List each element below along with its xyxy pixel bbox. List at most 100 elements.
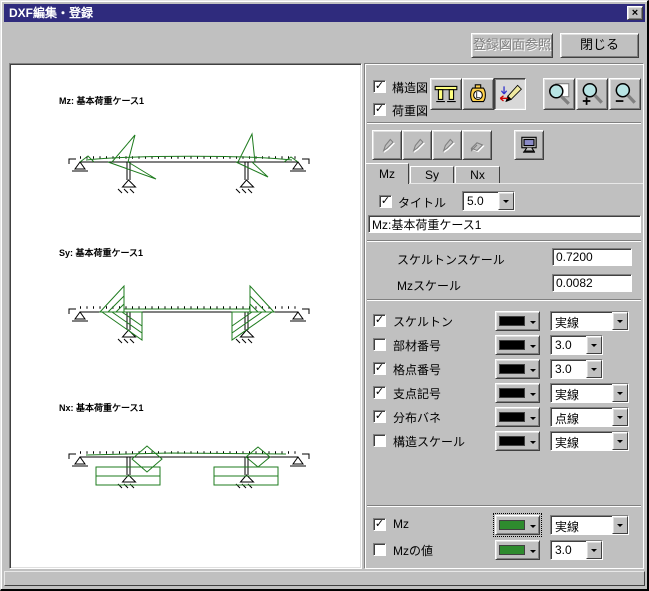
register-drawing-ref-button[interactable]: 登録図面参照	[471, 33, 553, 58]
eraser-button[interactable]	[462, 130, 492, 160]
zoom-in-button[interactable]	[576, 78, 608, 110]
check-mark: ✓	[375, 518, 384, 530]
load-view-button[interactable]: L	[462, 78, 494, 110]
chevron-down-icon[interactable]	[612, 312, 628, 330]
linestyle-value: 実線	[551, 384, 612, 402]
skeleton-linestyle-dropdown[interactable]: 実線	[550, 311, 629, 331]
draw-pen-3-button[interactable]	[432, 130, 462, 160]
draw-pen-2-button[interactable]	[402, 130, 432, 160]
mz-moment-diagram	[56, 132, 316, 212]
chevron-down-icon[interactable]	[612, 408, 628, 426]
pencil-icon	[376, 134, 398, 156]
title-label: タイトル	[398, 194, 446, 211]
structure-view-button[interactable]	[430, 78, 462, 110]
node-number-label: 格点番号	[393, 361, 441, 378]
chevron-down-icon	[530, 321, 536, 327]
chevron-down-icon[interactable]	[612, 384, 628, 402]
load-fig-label: 荷重図	[392, 102, 428, 119]
support-symbol-color-dropdown[interactable]	[495, 383, 540, 403]
member-number-checkbox[interactable]	[373, 338, 386, 351]
linestyle-value: 実線	[551, 432, 612, 450]
close-dialog-button[interactable]: 閉じる	[560, 33, 639, 58]
chevron-down-icon	[530, 369, 536, 375]
separator	[367, 122, 641, 124]
sy-shear-diagram	[56, 282, 316, 362]
edit-dxf-button[interactable]	[494, 78, 526, 110]
structure-scale-color-dropdown[interactable]	[495, 431, 540, 451]
color-swatch	[499, 436, 525, 446]
mz-value-checkbox[interactable]	[373, 543, 386, 556]
mz-linestyle-dropdown[interactable]: 実線	[550, 515, 629, 535]
support-symbol-checkbox[interactable]: ✓	[373, 386, 386, 399]
load-fig-checkbox[interactable]: ✓	[373, 103, 386, 116]
distributed-spring-checkbox[interactable]: ✓	[373, 410, 386, 423]
tab-nx[interactable]: Nx	[455, 166, 500, 183]
node-number-checkbox[interactable]: ✓	[373, 362, 386, 375]
size-value: 3.0	[551, 336, 586, 354]
title-size-dropdown[interactable]: 5.0	[462, 191, 515, 211]
skeleton-label: スケルトン	[393, 313, 453, 330]
chevron-down-icon[interactable]	[586, 360, 602, 378]
chevron-down-icon[interactable]	[612, 432, 628, 450]
color-swatch	[499, 340, 525, 350]
title-text-input[interactable]	[368, 215, 641, 233]
chevron-down-icon[interactable]	[586, 541, 602, 559]
structure-scale-linestyle-dropdown[interactable]: 実線	[550, 431, 629, 451]
check-mark: ✓	[375, 362, 384, 374]
zoom-fit-icon	[546, 81, 572, 107]
structure-fig-checkbox[interactable]: ✓	[373, 80, 386, 93]
mz-value-size-dropdown[interactable]: 3.0	[550, 540, 603, 560]
chevron-down-icon	[530, 345, 536, 351]
preview-label-nx: Nx: 基本荷重ケース1	[59, 401, 144, 414]
member-number-color-dropdown[interactable]	[495, 335, 540, 355]
support-symbol-linestyle-dropdown[interactable]: 実線	[550, 383, 629, 403]
zoom-fit-button[interactable]	[543, 78, 575, 110]
structure-scale-checkbox[interactable]	[373, 434, 386, 447]
check-mark: ✓	[375, 410, 384, 422]
chevron-down-icon[interactable]	[498, 192, 514, 210]
tab-sy-label: Sy	[425, 168, 439, 182]
linestyle-value: 実線	[551, 516, 612, 534]
tab-sy[interactable]: Sy	[410, 166, 454, 183]
close-icon[interactable]: ×	[627, 6, 643, 20]
title-bar[interactable]: DXF編集・登録 ×	[4, 4, 645, 22]
mz-scale-input[interactable]	[552, 274, 632, 292]
tab-mz[interactable]: Mz	[365, 163, 409, 184]
mz-checkbox[interactable]: ✓	[373, 518, 386, 531]
skeleton-scale-input[interactable]	[552, 248, 632, 266]
mz-value-color-dropdown[interactable]	[495, 540, 540, 560]
nx-axial-diagram	[56, 427, 316, 507]
bridge-icon	[433, 81, 459, 107]
member-number-size-dropdown[interactable]: 3.0	[550, 335, 603, 355]
separator	[367, 240, 641, 242]
mz-color-dropdown[interactable]	[495, 515, 540, 535]
mz-value-label: Mzの値	[393, 542, 433, 559]
title-checkbox[interactable]: ✓	[379, 195, 392, 208]
color-swatch	[499, 388, 525, 398]
zoom-out-icon	[612, 81, 638, 107]
settings-panel: ✓ 構造図 ✓ 荷重図 L	[364, 63, 644, 569]
skeleton-color-dropdown[interactable]	[495, 311, 540, 331]
tab-mz-label: Mz	[379, 167, 395, 181]
dxf-edit-register-dialog: DXF編集・登録 × 登録図面参照 閉じる Mz: 基本荷重ケース1	[0, 0, 649, 591]
draw-pen-1-button[interactable]	[372, 130, 402, 160]
check-mark: ✓	[375, 386, 384, 398]
node-number-color-dropdown[interactable]	[495, 359, 540, 379]
chevron-down-icon[interactable]	[586, 336, 602, 354]
color-swatch	[499, 364, 525, 374]
skeleton-scale-label: スケルトンスケール	[397, 251, 505, 268]
skeleton-checkbox[interactable]: ✓	[373, 314, 386, 327]
zoom-out-button[interactable]	[609, 78, 641, 110]
chevron-down-icon	[530, 550, 536, 556]
preview-label-sy: Sy: 基本荷重ケース1	[59, 246, 143, 259]
structure-fig-label: 構造図	[392, 79, 428, 96]
screen-preview-button[interactable]	[514, 130, 544, 160]
eraser-icon	[466, 134, 488, 156]
node-number-size-dropdown[interactable]: 3.0	[550, 359, 603, 379]
drawing-preview-panel: Mz: 基本荷重ケース1 Sy: 基本荷重ケース1	[9, 63, 362, 569]
chevron-down-icon	[530, 441, 536, 447]
distributed-spring-linestyle-dropdown[interactable]: 点線	[550, 407, 629, 427]
distributed-spring-color-dropdown[interactable]	[495, 407, 540, 427]
weight-icon: L	[465, 81, 491, 107]
chevron-down-icon[interactable]	[612, 516, 628, 534]
